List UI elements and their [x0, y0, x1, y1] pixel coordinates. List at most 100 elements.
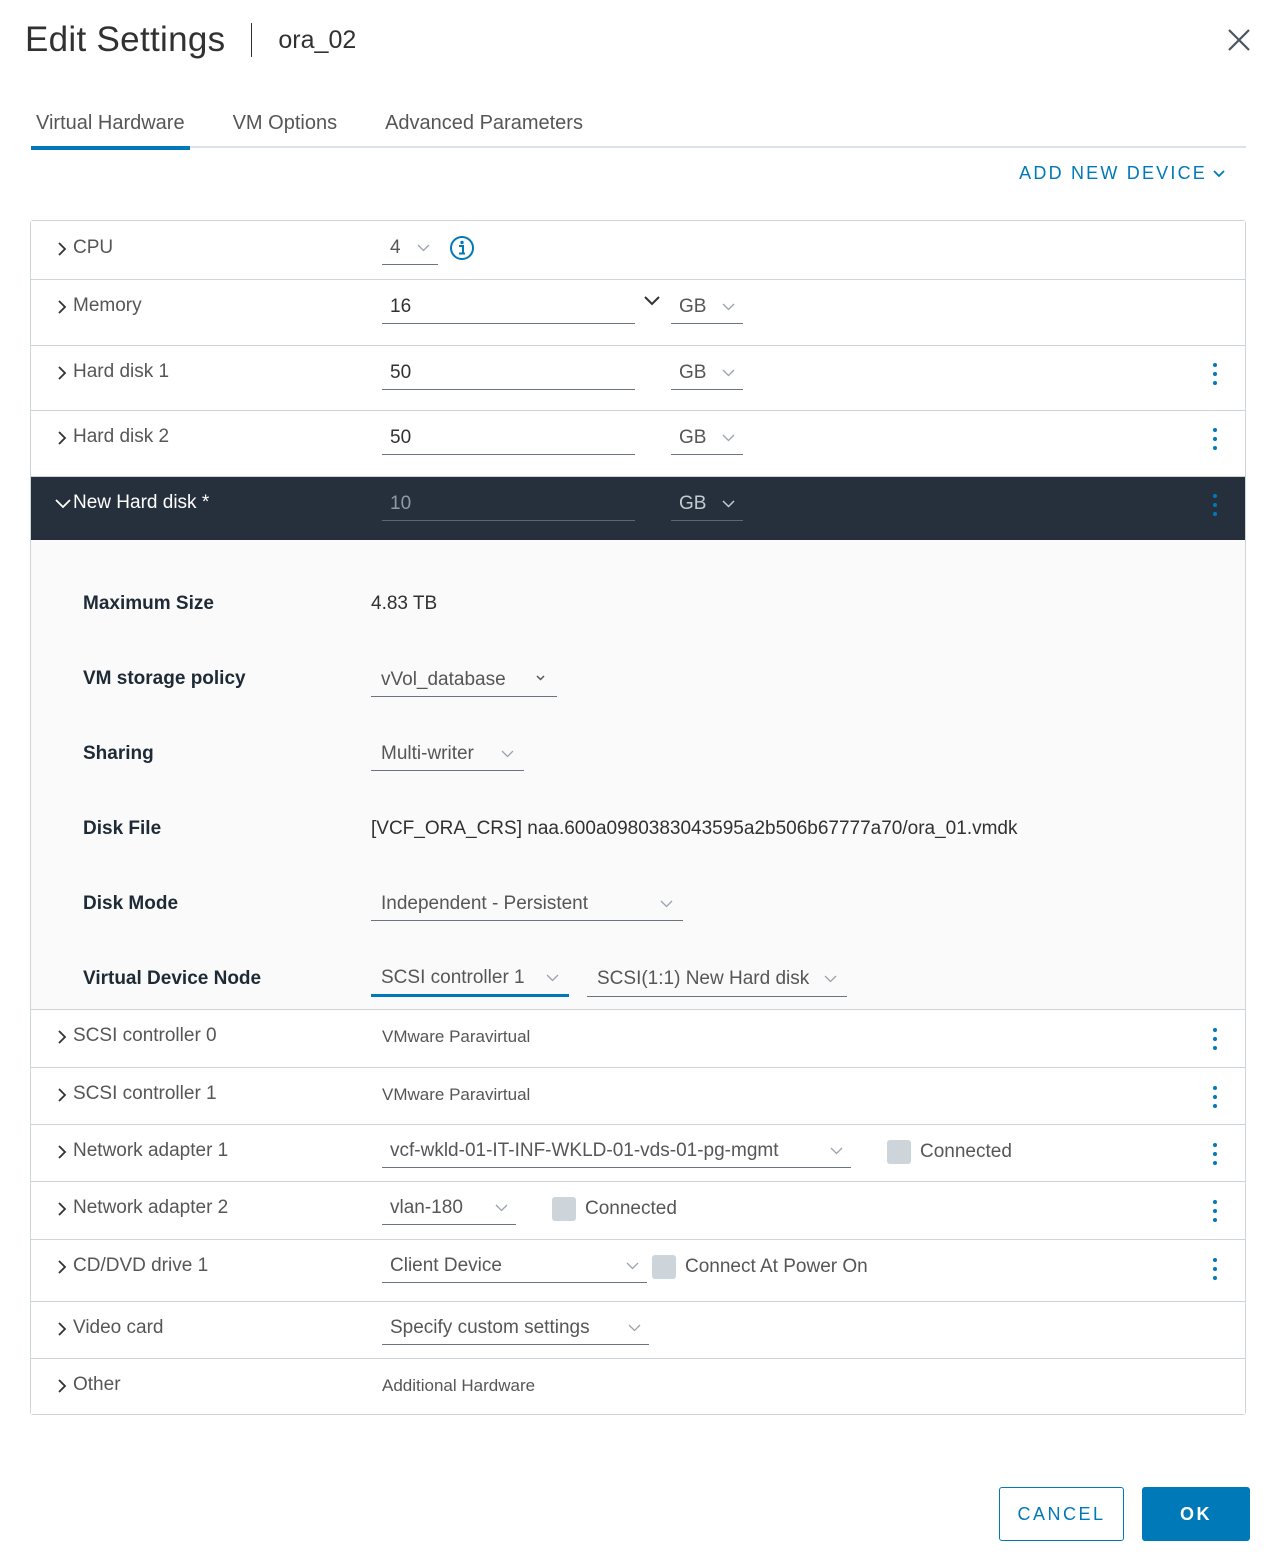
video-card-select[interactable]: Specify custom settings	[382, 1311, 649, 1345]
scsi-controller-1-label: SCSI controller 1	[73, 1083, 217, 1104]
storage-policy-label: VM storage policy	[83, 668, 246, 689]
info-icon[interactable]	[449, 235, 475, 261]
network-adapter-2-value: vlan-180	[390, 1196, 463, 1218]
cpu-count-select[interactable]: 4	[382, 231, 438, 265]
tab-virtual-hardware[interactable]: Virtual Hardware	[31, 108, 190, 150]
storage-policy-select[interactable]: vVol_database	[371, 663, 557, 697]
network-adapter-1-expander[interactable]: Network adapter 1	[53, 1140, 228, 1162]
more-actions-icon[interactable]	[1211, 1027, 1219, 1051]
more-actions-icon[interactable]	[1211, 1085, 1219, 1109]
hardware-row-network-adapter-2: Network adapter 2 vlan-180 Connected	[31, 1182, 1245, 1240]
more-actions-icon[interactable]	[1211, 1142, 1219, 1166]
tab-advanced-parameters[interactable]: Advanced Parameters	[380, 108, 588, 148]
storage-policy-value: vVol_database	[381, 668, 506, 690]
new-hard-disk-size-input[interactable]: 10	[382, 487, 635, 521]
memory-expander[interactable]: Memory	[53, 295, 142, 317]
hard-disk-2-expander[interactable]: Hard disk 2	[53, 426, 169, 448]
hardware-row-cpu: CPU 4	[31, 221, 1245, 280]
scsi-controller-1-type: VMware Paravirtual	[382, 1085, 531, 1104]
hardware-row-network-adapter-1: Network adapter 1 vcf-wkld-01-IT-INF-WKL…	[31, 1125, 1245, 1182]
cpu-expander[interactable]: CPU	[53, 237, 113, 259]
network-adapter-2-connected: Connected	[552, 1197, 677, 1221]
other-label: Other	[73, 1374, 121, 1395]
network-adapter-2-select[interactable]: vlan-180	[382, 1191, 516, 1225]
chevron-down-icon	[1213, 169, 1225, 177]
cancel-button[interactable]: CANCEL	[999, 1487, 1124, 1541]
hard-disk-2-unit-select[interactable]: GB	[671, 421, 743, 455]
controller-value: SCSI controller 1	[381, 966, 525, 988]
memory-size-value: 16	[390, 295, 412, 317]
chevron-down-icon	[546, 974, 559, 981]
new-hard-disk-details: Maximum Size 4.83 TB VM storage policy v…	[31, 540, 1245, 1010]
chevron-down-icon	[830, 1147, 843, 1154]
video-card-value: Specify custom settings	[390, 1316, 590, 1338]
memory-size-input[interactable]: 16	[382, 290, 635, 324]
network-adapter-2-expander[interactable]: Network adapter 2	[53, 1197, 228, 1219]
other-expander[interactable]: Other	[53, 1374, 121, 1396]
hard-disk-1-expander[interactable]: Hard disk 1	[53, 361, 169, 383]
hard-disk-1-unit-select[interactable]: GB	[671, 356, 743, 390]
video-card-label: Video card	[73, 1317, 164, 1338]
scsi-controller-0-expander[interactable]: SCSI controller 0	[53, 1025, 217, 1047]
more-actions-icon[interactable]	[1211, 427, 1219, 451]
memory-unit-select[interactable]: GB	[671, 290, 743, 324]
disk-mode-select[interactable]: Independent - Persistent	[371, 887, 683, 921]
cd-dvd-label: CD/DVD drive 1	[73, 1255, 209, 1276]
chevron-down-icon	[722, 499, 735, 508]
network-adapter-2-label: Network adapter 2	[73, 1197, 229, 1218]
connect-at-power-on-label: Connect At Power On	[685, 1256, 868, 1277]
chevron-down-icon[interactable]	[643, 295, 661, 307]
chevron-down-icon	[417, 244, 430, 251]
new-hard-disk-unit-select[interactable]: GB	[671, 487, 743, 521]
controller-select[interactable]: SCSI controller 1	[371, 961, 569, 997]
sharing-select[interactable]: Multi-writer	[371, 737, 524, 771]
network-adapter-1-select[interactable]: vcf-wkld-01-IT-INF-WKLD-01-vds-01-pg-mgm…	[382, 1134, 851, 1168]
max-size-label: Maximum Size	[83, 593, 214, 614]
new-hard-disk-label: New Hard disk *	[73, 492, 210, 513]
video-card-expander[interactable]: Video card	[53, 1317, 164, 1339]
hard-disk-2-size-value: 50	[390, 426, 412, 448]
chevron-right-icon	[58, 242, 67, 256]
chevron-right-icon	[58, 1088, 67, 1102]
connected-checkbox[interactable]	[552, 1197, 576, 1221]
close-icon[interactable]	[1226, 27, 1252, 53]
connected-label: Connected	[585, 1198, 677, 1219]
chevron-down-icon	[824, 975, 837, 982]
tab-vm-options[interactable]: VM Options	[228, 108, 342, 148]
chevron-down-icon	[660, 900, 673, 907]
connected-checkbox[interactable]	[887, 1140, 911, 1164]
disk-file-label: Disk File	[83, 818, 162, 839]
chevron-down-icon	[722, 369, 735, 376]
cd-dvd-value: Client Device	[390, 1254, 502, 1276]
chevron-right-icon	[58, 366, 67, 380]
virtual-device-node-label: Virtual Device Node	[83, 968, 262, 989]
hard-disk-1-size-input[interactable]: 50	[382, 356, 635, 390]
cd-dvd-expander[interactable]: CD/DVD drive 1	[53, 1255, 208, 1277]
scsi-controller-0-label: SCSI controller 0	[73, 1025, 217, 1046]
new-hard-disk-size-value: 10	[390, 492, 412, 514]
hardware-row-new-hard-disk: New Hard disk * 10 GB	[31, 477, 1245, 540]
device-node-select[interactable]: SCSI(1:1) New Hard disk	[587, 961, 847, 997]
hard-disk-1-unit-value: GB	[679, 361, 707, 383]
ok-button[interactable]: OK	[1142, 1487, 1250, 1541]
more-actions-icon[interactable]	[1211, 362, 1219, 386]
hardware-row-hard-disk-2: Hard disk 2 50 GB	[31, 411, 1245, 477]
new-hard-disk-expander[interactable]: New Hard disk *	[53, 492, 209, 514]
hardware-row-other: Other Additional Hardware	[31, 1359, 1245, 1414]
connect-at-power-on-checkbox[interactable]	[652, 1255, 676, 1279]
hardware-row-scsi-controller-0: SCSI controller 0 VMware Paravirtual	[31, 1010, 1245, 1068]
dialog-title: Edit Settings	[25, 20, 226, 59]
more-actions-icon[interactable]	[1211, 1199, 1219, 1223]
chevron-right-icon	[58, 1260, 67, 1274]
hardware-row-scsi-controller-1: SCSI controller 1 VMware Paravirtual	[31, 1068, 1245, 1125]
add-new-device-button[interactable]: ADD NEW DEVICE	[1019, 163, 1225, 184]
cd-dvd-select[interactable]: Client Device	[382, 1249, 647, 1283]
hard-disk-2-size-input[interactable]: 50	[382, 421, 635, 455]
hard-disk-2-label: Hard disk 2	[73, 426, 170, 447]
vm-name: ora_02	[278, 25, 357, 54]
more-actions-icon[interactable]	[1211, 493, 1219, 517]
more-actions-icon[interactable]	[1211, 1257, 1219, 1281]
network-adapter-1-label: Network adapter 1	[73, 1140, 229, 1161]
cpu-count-value: 4	[390, 236, 401, 258]
scsi-controller-1-expander[interactable]: SCSI controller 1	[53, 1083, 217, 1105]
